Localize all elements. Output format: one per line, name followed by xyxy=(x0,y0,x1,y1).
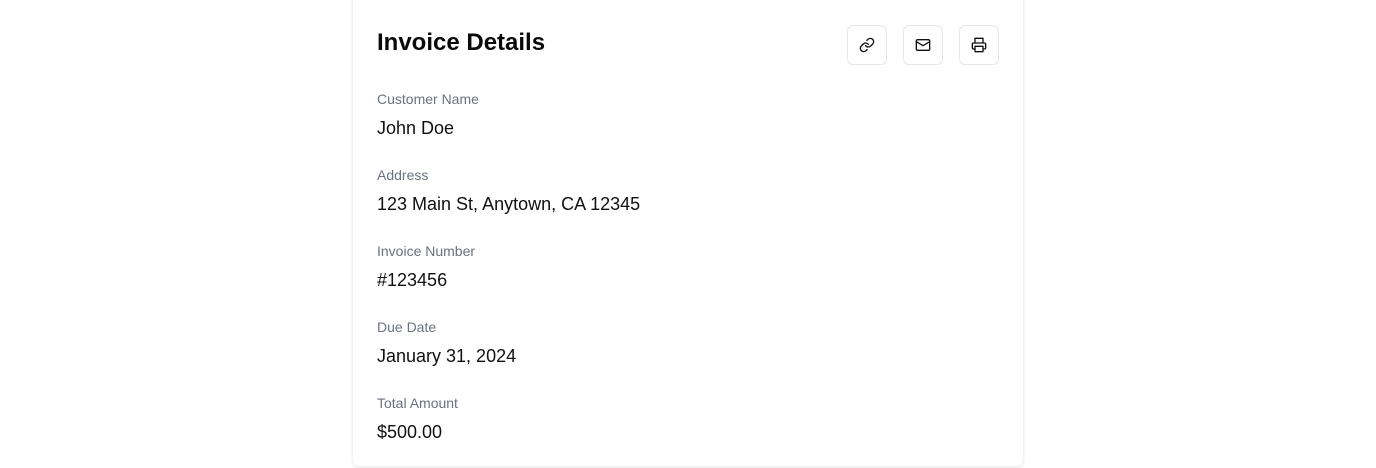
field-label: Customer Name xyxy=(377,91,479,107)
invoice-card: Invoice Details Customer Name John Doe A… xyxy=(352,0,1024,467)
link-button[interactable] xyxy=(847,25,887,65)
customer-name-field: Customer Name John Doe xyxy=(377,89,479,141)
field-label: Address xyxy=(377,167,429,183)
print-button[interactable] xyxy=(959,25,999,65)
action-toolbar xyxy=(847,25,999,65)
field-label: Total Amount xyxy=(377,395,458,411)
invoice-number-field: Invoice Number #123456 xyxy=(377,241,475,293)
field-value: John Doe xyxy=(377,118,455,138)
due-date-field: Due Date January 31, 2024 xyxy=(377,317,516,369)
email-button[interactable] xyxy=(903,25,943,65)
field-label: Due Date xyxy=(377,319,437,335)
page-title: Invoice Details xyxy=(377,29,546,56)
field-value: 123 Main St, Anytown, CA 12345 xyxy=(377,194,641,214)
field-label: Invoice Number xyxy=(377,243,476,259)
printer-icon xyxy=(971,37,987,53)
field-value: #123456 xyxy=(377,270,448,290)
field-value: January 31, 2024 xyxy=(377,346,517,366)
mail-icon xyxy=(915,37,931,53)
link-icon xyxy=(859,37,875,53)
field-value: $500.00 xyxy=(377,422,443,442)
total-amount-field: Total Amount $500.00 xyxy=(377,393,458,445)
address-field: Address 123 Main St, Anytown, CA 12345 xyxy=(377,165,640,217)
